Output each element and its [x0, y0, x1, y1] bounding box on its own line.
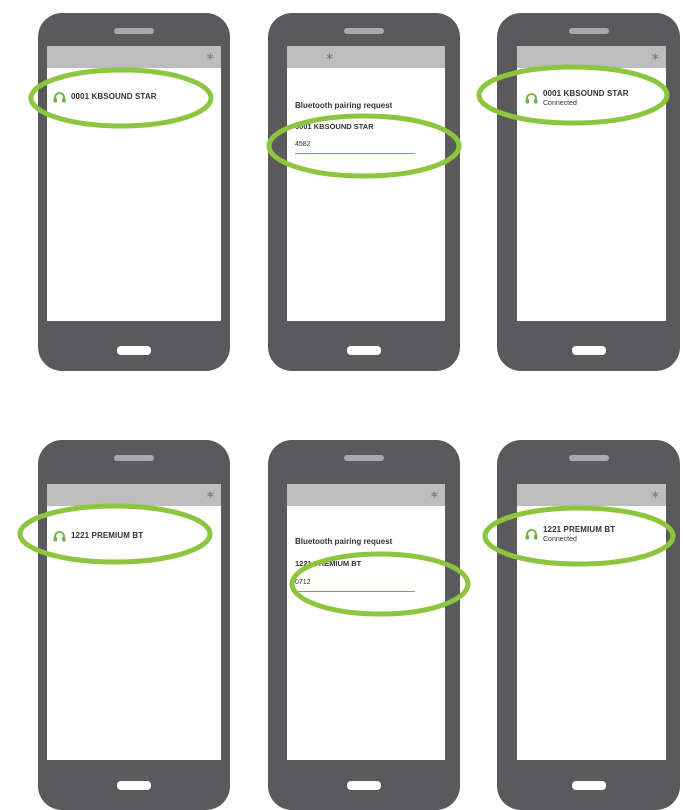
status-bar: ∗: [517, 484, 666, 506]
pairing-dialog-title: Bluetooth pairing request: [295, 537, 393, 546]
device-name: 1221 PREMIUM BT: [71, 531, 144, 540]
connection-status: Connected: [543, 100, 577, 107]
phone-screen: ∗ 0001 KBSOUND STAR Connected: [517, 46, 666, 321]
device-name: 0001 KBSOUND STAR: [543, 89, 629, 98]
home-button[interactable]: [117, 781, 151, 790]
pin-field-underline: [295, 153, 415, 154]
bluetooth-icon: ∗: [650, 50, 660, 63]
device-text: 1221 PREMIUM BT Connected: [543, 524, 615, 544]
pairing-device-name: 0001 KBSOUND STAR: [295, 122, 374, 131]
bluetooth-icon: ∗: [429, 488, 439, 501]
device-name: 0001 KBSOUND STAR: [71, 92, 157, 101]
phone-pairing-request: ∗ Bluetooth pairing request 0001 KBSOUND…: [268, 13, 460, 371]
home-button[interactable]: [347, 346, 381, 355]
device-list-item[interactable]: 1221 PREMIUM BT: [53, 530, 143, 542]
pin-field[interactable]: 4582: [295, 141, 311, 148]
bluetooth-icon: ∗: [650, 488, 660, 501]
phone-screen: ∗ 0001 KBSOUND STAR: [47, 46, 221, 321]
phone-screen: ∗ Bluetooth pairing request 0001 KBSOUND…: [287, 46, 445, 321]
headphones-icon: [525, 93, 538, 104]
bluetooth-icon: ∗: [205, 50, 215, 63]
phone-screen: ∗ Bluetooth pairing request 1221 PREMIUM…: [287, 484, 445, 760]
connection-status: Connected: [543, 536, 577, 543]
bluetooth-icon: ∗: [325, 50, 335, 63]
bluetooth-icon: ∗: [205, 488, 215, 501]
phone-screen: ∗ 1221 PREMIUM BT Connected: [517, 484, 666, 760]
phone-speaker: [114, 28, 154, 34]
phone-speaker: [344, 28, 384, 34]
device-text: 0001 KBSOUND STAR Connected: [543, 88, 629, 108]
phone-speaker: [569, 28, 609, 34]
pin-field-underline: [295, 591, 415, 592]
phone-connected: ∗ 1221 PREMIUM BT Connected: [497, 440, 680, 810]
home-button[interactable]: [117, 346, 151, 355]
device-list-item[interactable]: 0001 KBSOUND STAR Connected: [525, 88, 629, 108]
phone-device-list: ∗ 0001 KBSOUND STAR: [38, 13, 230, 371]
status-bar: ∗: [47, 46, 221, 68]
headphones-icon: [525, 529, 538, 540]
device-name: 1221 PREMIUM BT: [543, 525, 616, 534]
home-button[interactable]: [347, 781, 381, 790]
pin-field[interactable]: 0712: [295, 579, 311, 586]
phone-screen: ∗ 1221 PREMIUM BT: [47, 484, 221, 760]
home-button[interactable]: [572, 781, 606, 790]
phone-connected: ∗ 0001 KBSOUND STAR Connected: [497, 13, 680, 371]
home-button[interactable]: [572, 346, 606, 355]
phone-speaker: [344, 455, 384, 461]
device-list-item[interactable]: 1221 PREMIUM BT Connected: [525, 524, 615, 544]
pairing-device-name: 1221 PREMIUM BT: [295, 559, 362, 568]
phone-speaker: [569, 455, 609, 461]
device-list-item[interactable]: 0001 KBSOUND STAR: [53, 91, 157, 103]
headphones-icon: [53, 531, 66, 542]
status-bar: ∗: [47, 484, 221, 506]
status-bar: ∗: [287, 46, 445, 68]
pairing-dialog-title: Bluetooth pairing request: [295, 101, 393, 110]
phone-device-list: ∗ 1221 PREMIUM BT: [38, 440, 230, 810]
phone-speaker: [114, 455, 154, 461]
status-bar: ∗: [287, 484, 445, 506]
status-bar: ∗: [517, 46, 666, 68]
phone-pairing-request: ∗ Bluetooth pairing request 1221 PREMIUM…: [268, 440, 460, 810]
headphones-icon: [53, 92, 66, 103]
